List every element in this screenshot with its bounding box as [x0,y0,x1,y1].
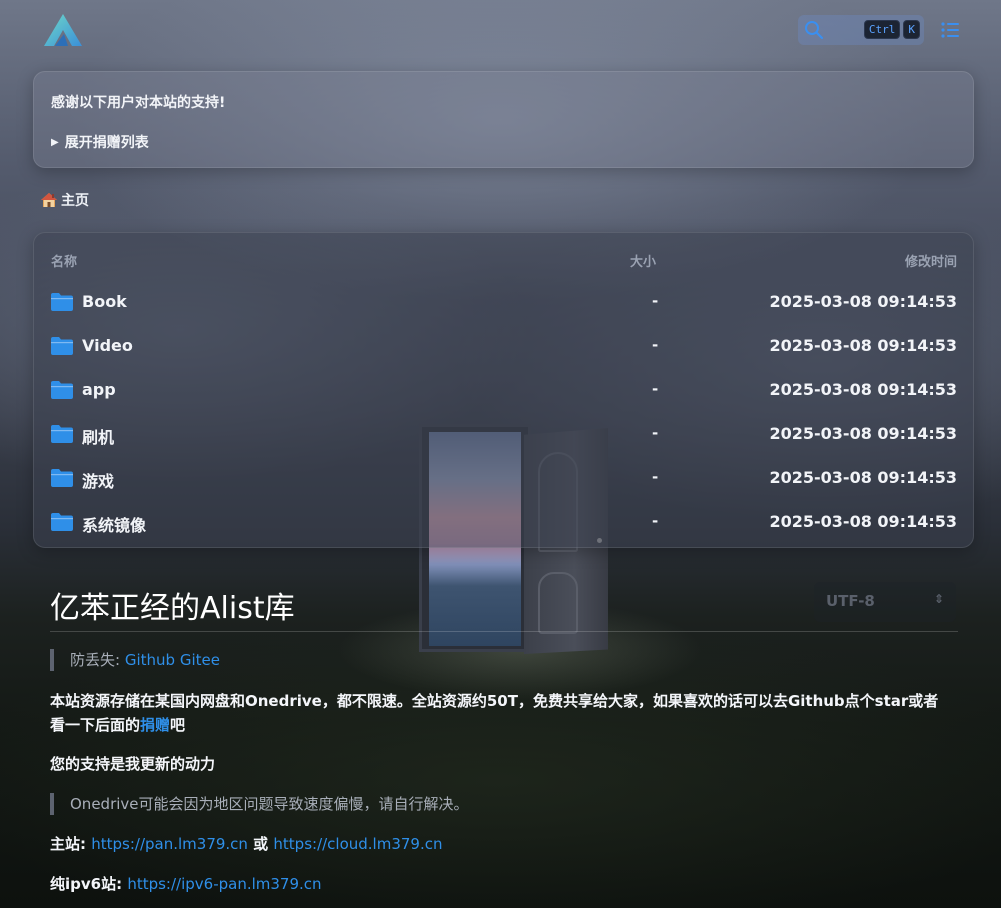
column-modified-header[interactable]: 修改时间 [905,251,957,270]
backup-links-label: 防丢失: [70,651,121,669]
main-site-label: 主站: [50,835,86,853]
breadcrumb[interactable]: 主页 [40,190,89,210]
file-list: 名称 大小 修改时间 Book - 2025-03-08 09:14:53 Vi… [33,232,974,548]
alist-logo-icon[interactable] [42,12,84,48]
file-name[interactable]: 系统镜像 [82,512,146,536]
file-size: - [652,336,659,354]
file-modified: 2025-03-08 09:14:53 [769,512,957,531]
donation-card: 感谢以下用户对本站的支持! ▶ 展开捐赠列表 [33,71,974,168]
main-site-or: 或 [253,835,269,853]
donation-title: 感谢以下用户对本站的支持! [51,95,226,111]
search-button[interactable]: Ctrl K [798,15,924,45]
main-site-paragraph: 主站: https://pan.lm379.cn 或 https://cloud… [50,832,950,856]
home-icon [41,193,57,207]
column-name-header[interactable]: 名称 [51,251,77,270]
intro-suffix: 吧 [170,716,186,734]
ipv6-site-paragraph: 纯ipv6站: https://ipv6-pan.lm379.cn [50,872,950,896]
file-name[interactable]: app [82,380,116,399]
folder-icon [51,337,73,355]
kbd-k: K [903,20,920,39]
backup-links-quote: 防丢失: Github Gitee [50,649,220,671]
file-row[interactable]: 刷机 - 2025-03-08 09:14:53 [34,412,973,456]
folder-icon [51,381,73,399]
file-row[interactable]: Book - 2025-03-08 09:14:53 [34,280,973,324]
file-list-header: 名称 大小 修改时间 [34,251,973,270]
file-row[interactable]: app - 2025-03-08 09:14:53 [34,368,973,412]
file-modified: 2025-03-08 09:14:53 [769,336,957,355]
file-size: - [652,424,659,442]
select-chevron-icon: ⇕ [933,592,944,606]
file-size: - [652,468,659,486]
main-site-link[interactable]: https://pan.lm379.cn [91,835,248,853]
donation-expand-label: 展开捐赠列表 [64,135,149,151]
file-size: - [652,292,659,310]
readme-divider [50,631,958,632]
file-name[interactable]: Video [82,336,133,355]
breadcrumb-home[interactable]: 主页 [61,190,89,210]
folder-icon [51,469,73,487]
file-modified: 2025-03-08 09:14:53 [769,380,957,399]
file-modified: 2025-03-08 09:14:53 [769,292,957,311]
folder-icon [51,425,73,443]
intro-paragraph: 本站资源存储在某国内网盘和Onedrive，都不限速。全站资源约50T，免费共享… [50,689,950,737]
file-row[interactable]: Video - 2025-03-08 09:14:53 [34,324,973,368]
expand-triangle-icon: ▶ [51,136,59,148]
file-row[interactable]: 系统镜像 - 2025-03-08 09:14:53 [34,500,973,544]
file-modified: 2025-03-08 09:14:53 [769,424,957,443]
cloud-site-link[interactable]: https://cloud.lm379.cn [273,835,442,853]
encoding-value: UTF-8 [826,592,875,610]
folder-icon [51,513,73,531]
search-shortcut: Ctrl K [863,20,920,39]
search-icon [805,21,824,40]
support-paragraph: 您的支持是我更新的动力 [50,755,216,773]
file-modified: 2025-03-08 09:14:53 [769,468,957,487]
readme-title: 亿苯正经的Alist库 [50,591,295,626]
folder-icon [51,293,73,311]
file-size: - [652,512,659,530]
donate-link[interactable]: 捐赠 [140,716,170,734]
ipv6-site-link[interactable]: https://ipv6-pan.lm379.cn [127,875,321,893]
encoding-select[interactable]: UTF-8 ⇕ [814,582,956,622]
gitee-link[interactable]: Gitee [180,651,220,669]
kbd-ctrl: Ctrl [863,20,901,39]
list-menu-icon[interactable] [938,18,962,42]
file-name[interactable]: 游戏 [82,468,114,492]
github-link[interactable]: Github [125,651,175,669]
onedrive-quote: Onedrive可能会因为地区问题导致速度偏慢，请自行解决。 [50,793,469,815]
background-door-panel [538,572,578,634]
file-name[interactable]: Book [82,292,127,311]
file-name[interactable]: 刷机 [82,424,114,448]
file-size: - [652,380,659,398]
ipv6-site-label: 纯ipv6站: [50,875,123,893]
file-row[interactable]: 游戏 - 2025-03-08 09:14:53 [34,456,973,500]
column-size-header[interactable]: 大小 [630,251,656,270]
donation-expand-toggle[interactable]: ▶ 展开捐赠列表 [51,132,149,152]
